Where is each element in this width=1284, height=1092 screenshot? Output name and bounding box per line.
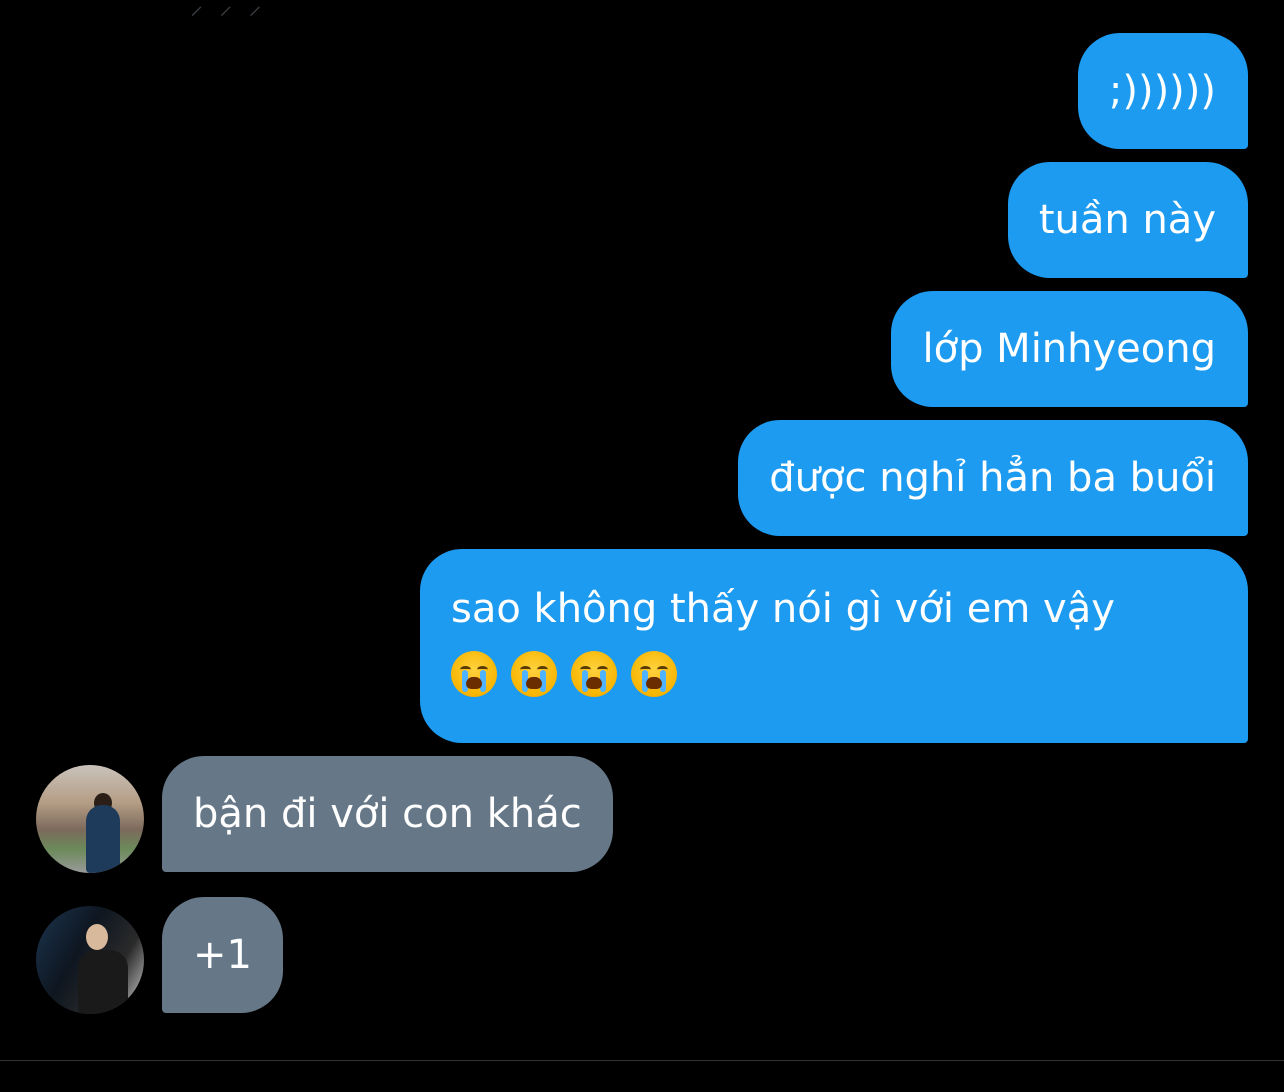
message-bubble-outgoing[interactable]: tuần này [1007,162,1248,278]
message-text: +1 [193,932,252,978]
message-text: tuần này [1038,197,1216,243]
message-text: được nghỉ hẳn ba buổi [769,455,1216,501]
avatar[interactable] [36,765,144,873]
loudly-crying-face-icon [451,651,497,697]
message-text: lớp Minhyeong [922,326,1216,372]
avatar[interactable] [36,906,144,1014]
message-bubble-incoming[interactable]: +1 [162,897,283,1013]
loudly-crying-face-icon [631,651,677,697]
message-bubble-incoming[interactable]: bận đi với con khác [162,756,613,872]
avatar-photo-face [86,924,108,950]
message-text: bận đi với con khác [193,791,582,837]
message-bubble-outgoing[interactable]: sao không thấy nói gì với em vậy [420,549,1248,743]
message-bubble-outgoing[interactable]: được nghỉ hẳn ba buổi [738,420,1248,536]
loudly-crying-face-icon [511,651,557,697]
message-thread: ;)))))) tuần này lớp Minhyeong được nghỉ… [0,0,1284,1060]
message-bubble-outgoing[interactable]: ;)))))) [1077,33,1248,149]
loudly-crying-face-icon [571,651,617,697]
emoji-row [451,651,1208,697]
avatar-photo-body [78,950,128,1014]
message-text: ;)))))) [1108,68,1216,114]
composer-divider [0,1060,1284,1061]
avatar-photo-figure [86,805,120,873]
message-text: sao không thấy nói gì với em vậy [451,586,1115,632]
message-bubble-outgoing[interactable]: lớp Minhyeong [891,291,1248,407]
